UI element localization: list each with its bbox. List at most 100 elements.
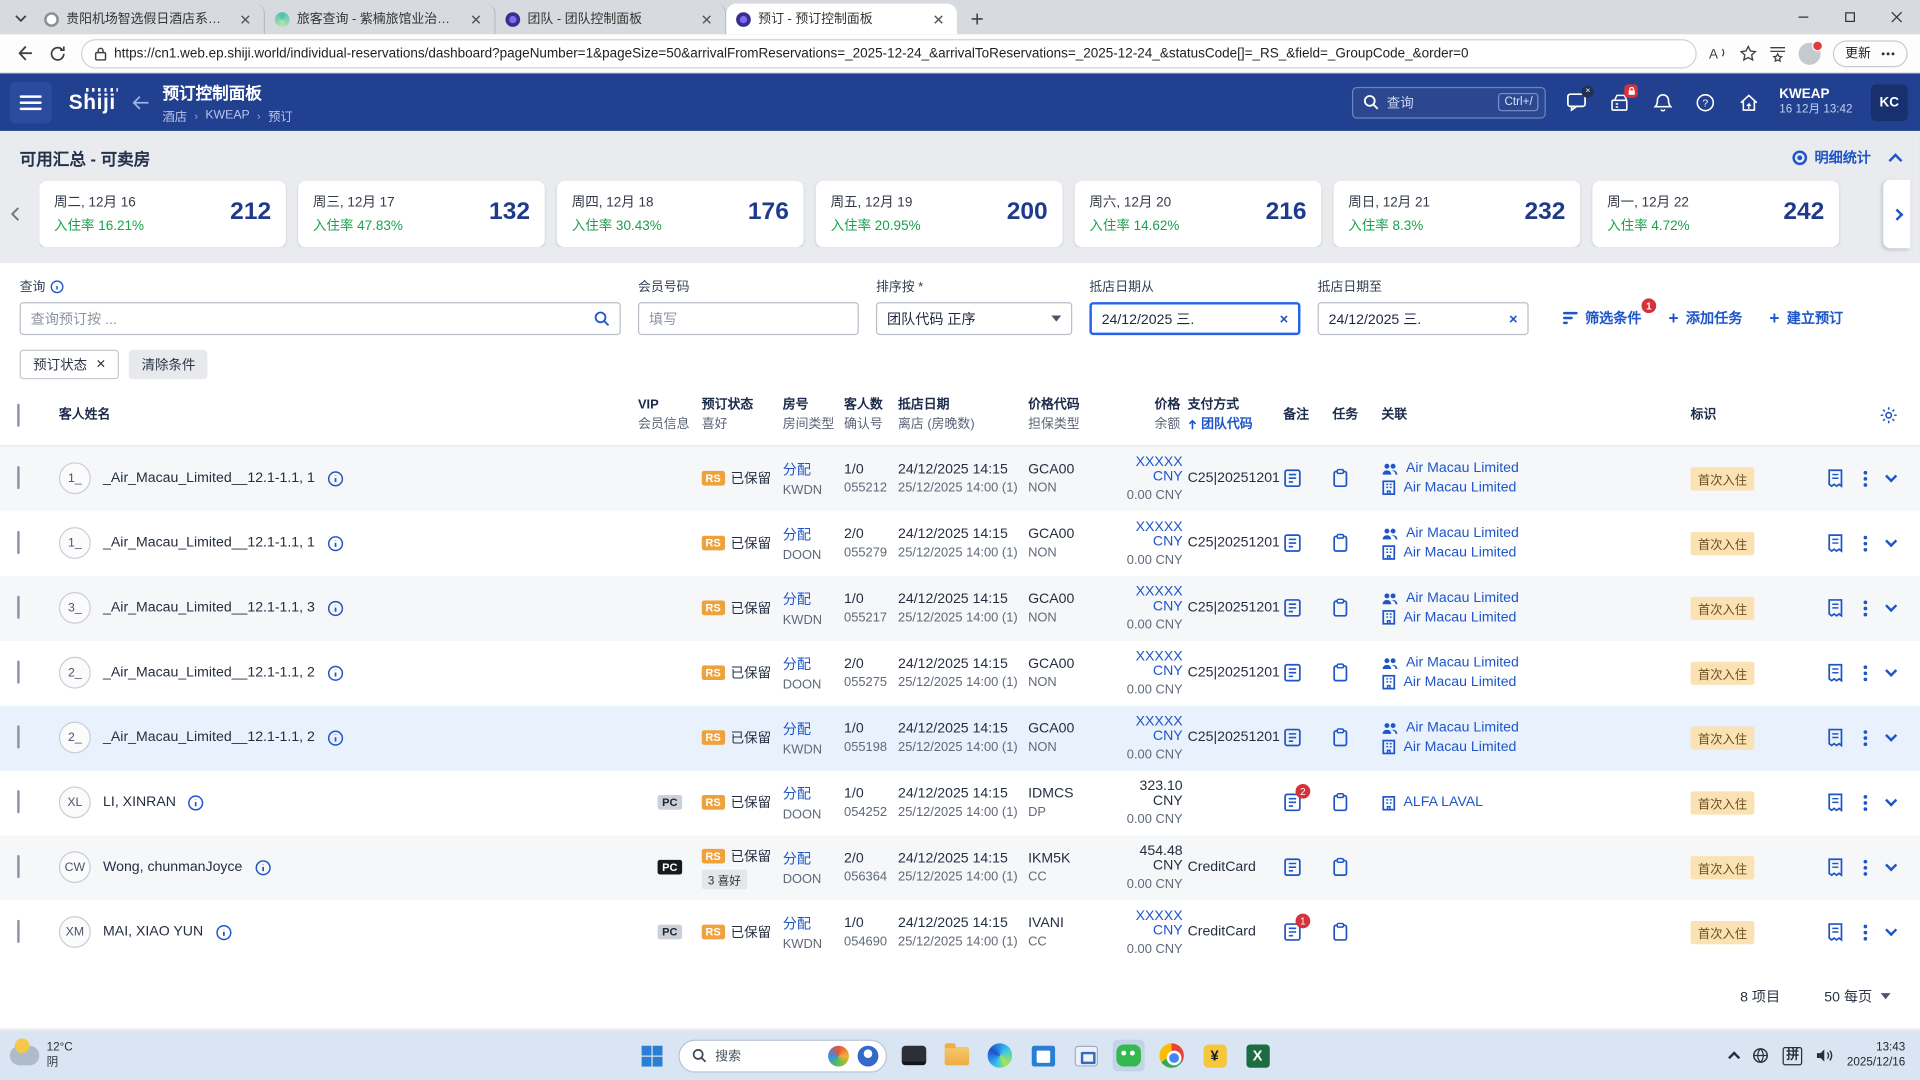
guest-info-icon[interactable] bbox=[327, 729, 343, 746]
room-assign-link[interactable]: 分配 bbox=[783, 913, 844, 933]
row-checkbox[interactable] bbox=[17, 854, 20, 879]
row-expand-chevron-icon[interactable] bbox=[1885, 535, 1898, 548]
price-value[interactable]: XXXXX CNY bbox=[1109, 584, 1183, 613]
col-flags[interactable]: 标识 bbox=[1691, 406, 1797, 425]
row-expand-chevron-icon[interactable] bbox=[1885, 729, 1898, 742]
link-label[interactable]: Air Macau Limited bbox=[1403, 739, 1516, 754]
group-code-sort[interactable]: 团队代码 bbox=[1188, 416, 1284, 435]
address-bar[interactable]: https://cn1.web.ep.shiji.world/individua… bbox=[80, 38, 1697, 68]
member-input[interactable]: 填写 bbox=[637, 302, 859, 336]
new-tab-button[interactable] bbox=[964, 6, 989, 30]
breadcrumb-property[interactable]: KWEAP bbox=[205, 109, 249, 122]
notes-icon[interactable] bbox=[1283, 468, 1301, 488]
guest-name[interactable]: _Air_Macau_Limited__12.1-1.1, 1 bbox=[103, 536, 315, 551]
help-icon[interactable]: ? bbox=[1693, 90, 1718, 114]
registration-card-icon[interactable] bbox=[1827, 728, 1844, 748]
availability-card[interactable]: 周一, 12月 22 入住率 4.72% 242 bbox=[1592, 181, 1840, 248]
row-menu-kebab-icon[interactable] bbox=[1863, 859, 1868, 876]
guest-info-icon[interactable] bbox=[188, 794, 204, 810]
notifications-bell-icon[interactable] bbox=[1650, 90, 1675, 114]
price-value[interactable]: XXXXX CNY bbox=[1109, 714, 1183, 743]
link-line[interactable]: Air Macau Limited bbox=[1381, 720, 1690, 735]
link-line[interactable]: Air Macau Limited bbox=[1381, 526, 1690, 541]
browser-tab-1[interactable]: 贵阳机场智选假日酒店系统网址导 bbox=[34, 3, 265, 35]
arrival-to-input[interactable]: 24/12/2025 三. × bbox=[1317, 302, 1529, 336]
link-label[interactable]: Air Macau Limited bbox=[1406, 656, 1519, 671]
row-checkbox[interactable] bbox=[17, 660, 20, 684]
profile-avatar[interactable] bbox=[1798, 39, 1824, 65]
row-menu-kebab-icon[interactable] bbox=[1863, 535, 1868, 552]
volume-icon[interactable] bbox=[1816, 1048, 1833, 1063]
registration-card-icon[interactable] bbox=[1827, 533, 1844, 553]
availability-card[interactable]: 周六, 12月 20 入住率 14.62% 216 bbox=[1074, 181, 1322, 248]
room-assign-link[interactable]: 分配 bbox=[783, 848, 844, 868]
row-menu-kebab-icon[interactable] bbox=[1863, 599, 1868, 616]
link-label[interactable]: Air Macau Limited bbox=[1406, 720, 1519, 735]
table-settings-gear-icon[interactable] bbox=[1880, 406, 1898, 424]
registration-card-icon[interactable] bbox=[1827, 468, 1844, 488]
row-expand-chevron-icon[interactable] bbox=[1885, 470, 1898, 483]
registration-card-icon[interactable] bbox=[1827, 598, 1844, 618]
tray-expand-icon[interactable] bbox=[1727, 1051, 1741, 1064]
tasks-clipboard-icon[interactable] bbox=[1332, 598, 1348, 618]
row-expand-chevron-icon[interactable] bbox=[1885, 794, 1898, 807]
room-assign-link[interactable]: 分配 bbox=[783, 783, 844, 803]
row-checkbox[interactable] bbox=[17, 725, 20, 749]
guest-info-icon[interactable] bbox=[327, 535, 343, 551]
room-assign-link[interactable]: 分配 bbox=[783, 524, 844, 544]
clear-icon[interactable]: × bbox=[1509, 310, 1518, 327]
table-row[interactable]: 1_ _Air_Macau_Limited__12.1-1.1, 1 RS 已保留… bbox=[0, 445, 1920, 511]
row-menu-kebab-icon[interactable] bbox=[1863, 470, 1868, 487]
table-row[interactable]: 3_ _Air_Macau_Limited__12.1-1.1, 3 RS 已保留… bbox=[0, 575, 1920, 641]
notes-icon[interactable] bbox=[1283, 857, 1301, 877]
tasks-clipboard-icon[interactable] bbox=[1332, 728, 1348, 748]
guest-info-icon[interactable] bbox=[255, 859, 271, 875]
tasks-clipboard-icon[interactable] bbox=[1332, 663, 1348, 683]
registration-card-icon[interactable] bbox=[1827, 663, 1844, 683]
room-assign-link[interactable]: 分配 bbox=[783, 654, 844, 674]
back-icon[interactable] bbox=[12, 42, 34, 64]
link-line[interactable]: Air Macau Limited bbox=[1381, 739, 1690, 755]
taskbar-app-store[interactable] bbox=[1027, 1040, 1059, 1072]
guest-info-icon[interactable] bbox=[215, 924, 232, 940]
guest-name[interactable]: _Air_Macau_Limited__12.1-1.1, 1 bbox=[103, 471, 315, 486]
link-line[interactable]: Air Macau Limited bbox=[1381, 479, 1690, 495]
table-row[interactable]: XL LI, XINRAN PC RS 已保留 分配 DOON 1/0 054252 … bbox=[0, 770, 1920, 835]
notes-icon[interactable] bbox=[1283, 533, 1301, 553]
chip-clear-conditions[interactable]: 清除条件 bbox=[129, 349, 208, 380]
notes-icon[interactable] bbox=[1283, 663, 1301, 683]
add-task-button[interactable]: + 添加任务 bbox=[1668, 308, 1742, 328]
table-row[interactable]: XM MAI, XIAO YUN PC RS 已保留 分配 KWDN 1/0 0546… bbox=[0, 900, 1920, 965]
row-checkbox[interactable] bbox=[17, 466, 20, 490]
guest-name[interactable]: MAI, XIAO YUN bbox=[103, 925, 203, 940]
query-input[interactable]: 查询预订按 ... bbox=[19, 302, 621, 336]
create-reservation-button[interactable]: + 建立预订 bbox=[1769, 308, 1843, 328]
cards-next-button[interactable] bbox=[1883, 179, 1911, 249]
price-value[interactable]: 454.48 CNY bbox=[1109, 843, 1182, 872]
taskbar-app-wechat[interactable] bbox=[1112, 1039, 1145, 1072]
guest-info-icon[interactable] bbox=[327, 665, 343, 681]
maximize-button[interactable] bbox=[1827, 0, 1874, 34]
taskbar-clock[interactable]: 13:43 2025/12/16 bbox=[1847, 1040, 1910, 1070]
tab-close-icon[interactable] bbox=[467, 10, 484, 27]
row-checkbox[interactable] bbox=[17, 530, 20, 555]
taskbar-app-snip[interactable] bbox=[1070, 1040, 1102, 1072]
link-label[interactable]: ALFA LAVAL bbox=[1403, 795, 1482, 810]
price-value[interactable]: XXXXX CNY bbox=[1109, 519, 1183, 548]
tasks-clipboard-icon[interactable] bbox=[1332, 468, 1348, 488]
col-notes[interactable]: 备注 bbox=[1283, 406, 1332, 425]
col-guest-name[interactable]: 客人姓名 bbox=[59, 406, 638, 425]
price-value[interactable]: 323.10 CNY bbox=[1109, 779, 1182, 808]
registration-card-icon[interactable] bbox=[1827, 922, 1844, 942]
price-value[interactable]: XXXXX CNY bbox=[1109, 454, 1183, 483]
breadcrumb-hotel[interactable]: 酒店 bbox=[162, 106, 187, 124]
row-checkbox[interactable] bbox=[17, 790, 20, 814]
taskbar-app-explorer[interactable] bbox=[941, 1040, 973, 1072]
col-links[interactable]: 关联 bbox=[1381, 406, 1690, 425]
table-row[interactable]: CW Wong, chunmanJoyce PC RS 已保留 3 喜好 分配 DO… bbox=[0, 834, 1920, 900]
collapse-chevron-icon[interactable] bbox=[1888, 152, 1903, 167]
table-row[interactable]: 2_ _Air_Macau_Limited__12.1-1.1, 2 RS 已保留… bbox=[0, 705, 1920, 770]
preferences-chip[interactable]: 3 喜好 bbox=[701, 869, 748, 889]
global-search-input[interactable]: 查询 Ctrl+/ bbox=[1352, 86, 1547, 119]
clear-icon[interactable]: × bbox=[1280, 310, 1289, 327]
